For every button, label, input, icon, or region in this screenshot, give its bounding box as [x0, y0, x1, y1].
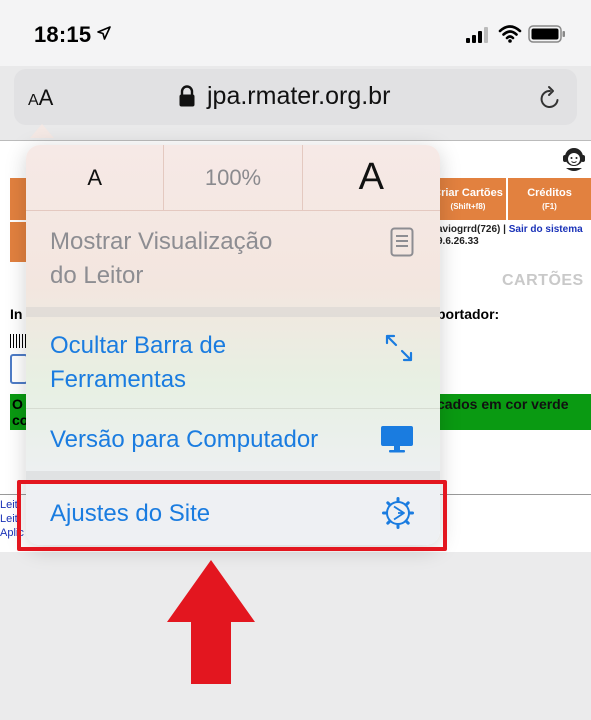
zoom-level-reset[interactable]: 100% — [164, 145, 303, 210]
criar-cartoes-button[interactable]: Criar Cartões (Shift+f8) — [430, 178, 506, 220]
status-bar: 18:15 — [0, 0, 591, 66]
menu-item-hide-toolbar[interactable]: Ocultar Barra de Ferramentas — [26, 317, 440, 409]
desktop-icon — [381, 426, 413, 453]
green-notice-text: cados em cor verde — [437, 396, 569, 412]
criar-cartoes-shortcut: (Shift+f8) — [450, 202, 486, 211]
green-notice-left: O — [12, 396, 23, 412]
page-lower-background — [0, 552, 591, 720]
increase-font-label: A — [358, 156, 384, 198]
clock: 18:15 — [34, 22, 92, 47]
hide-toolbar-label: Ocultar Barra de Ferramentas — [50, 329, 226, 397]
support-agent-icon[interactable] — [558, 144, 590, 174]
reader-view-label-line1: Mostrar Visualização — [50, 228, 273, 255]
separator: | — [503, 224, 506, 235]
field-label-partial: In — [10, 306, 23, 322]
creditos-shortcut: (F1) — [542, 202, 557, 211]
criar-cartoes-label: Criar Cartões — [433, 187, 503, 199]
text-size-button[interactable]: AA — [28, 85, 53, 111]
version-text: 9.6.26.33 — [437, 236, 479, 247]
lock-icon — [179, 85, 195, 107]
portador-label: portador: — [437, 306, 500, 322]
username: aviogrrd(726) — [437, 224, 501, 235]
zoom-level-value: 100% — [204, 164, 262, 190]
wifi-icon — [498, 25, 522, 43]
battery-icon — [528, 25, 565, 43]
desktop-site-label: Versão para Computador — [50, 426, 319, 453]
decrease-font-button[interactable]: A — [26, 145, 165, 210]
url-text[interactable]: jpa.rmater.org.br — [207, 82, 390, 111]
highlight-box — [17, 480, 447, 551]
barcode-icon — [10, 334, 26, 348]
decrease-font-label: A — [87, 164, 102, 190]
reader-view-label-line2: do Leitor — [50, 262, 144, 289]
creditos-button[interactable]: Créditos (F1) — [508, 178, 591, 220]
section-title: CARTÕES — [502, 272, 584, 289]
logout-link[interactable]: Sair do sistema — [509, 224, 583, 235]
user-info: aviogrrd(726) | Sair do sistema — [437, 224, 583, 235]
creditos-label: Créditos — [527, 187, 572, 199]
menu-item-reader-view[interactable]: Mostrar Visualização do Leitor — [26, 211, 440, 307]
location-arrow-icon — [97, 26, 111, 40]
font-size-controls: A 100% A — [26, 145, 440, 211]
reader-view-label: Mostrar Visualização do Leitor — [50, 225, 272, 293]
section-divider — [26, 307, 440, 317]
address-bar[interactable]: AA jpa.rmater.org.br — [14, 69, 577, 125]
hide-toolbar-label-line1: Ocultar Barra de — [50, 332, 227, 359]
menu-item-desktop-site[interactable]: Versão para Computador — [26, 409, 440, 471]
red-arrow-up-icon — [167, 560, 255, 684]
increase-font-button[interactable]: A — [303, 145, 440, 210]
expand-arrows-icon — [385, 334, 413, 362]
reader-icon — [390, 227, 414, 257]
popover-caret — [30, 124, 54, 138]
hide-toolbar-label-line2: Ferramentas — [50, 366, 187, 393]
cellular-signal-icon — [466, 27, 488, 43]
reload-icon[interactable] — [538, 85, 562, 111]
